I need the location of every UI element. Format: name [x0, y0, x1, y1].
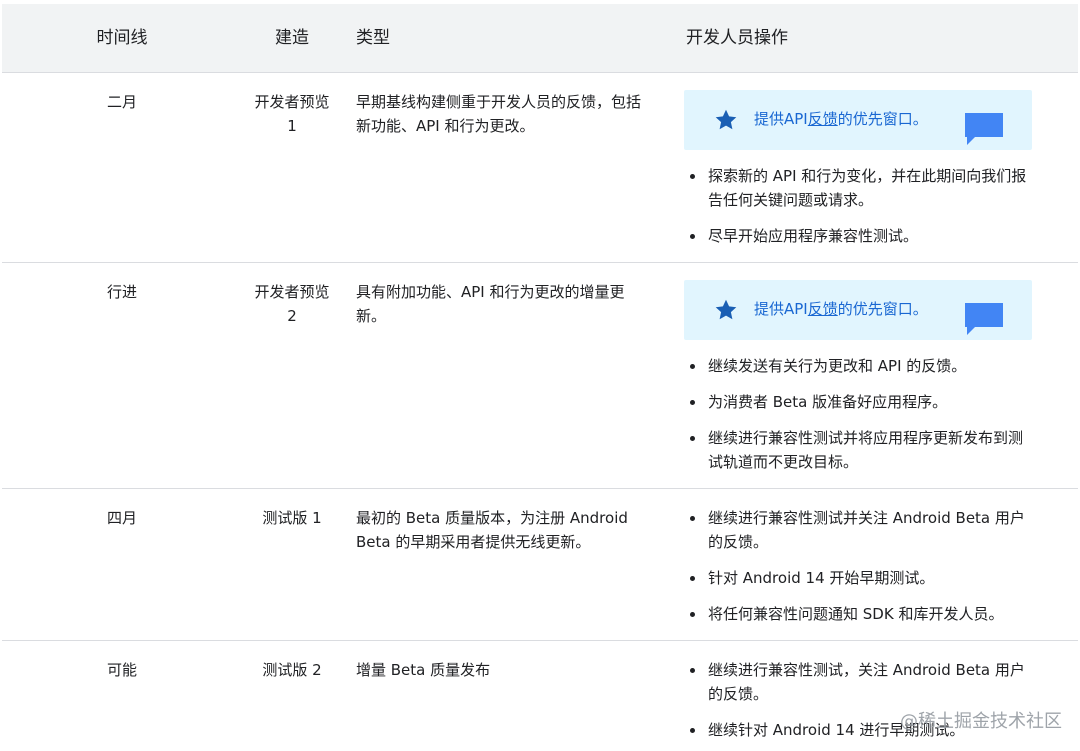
- feedback-icon[interactable]: [964, 112, 1004, 146]
- cell-developer-actions: 提供API反馈的优先窗口。 探索新的 API 和行为变化，并在此期间向我们报告任…: [670, 72, 1078, 262]
- watermark: @稀土掘金技术社区: [900, 711, 1062, 732]
- action-list: 继续发送有关行为更改和 API 的反馈。 为消费者 Beta 版准备好应用程序。…: [684, 354, 1034, 474]
- list-item: 为消费者 Beta 版准备好应用程序。: [706, 390, 1034, 414]
- list-item: 继续进行兼容性测试，关注 Android Beta 用户的反馈。: [706, 658, 1034, 706]
- table-row: 四月 测试版 1 最初的 Beta 质量版本，为注册 Android Beta …: [2, 488, 1078, 640]
- star-icon: [715, 299, 737, 319]
- cell-type: 最初的 Beta 质量版本，为注册 Android Beta 的早期采用者提供无…: [356, 508, 628, 551]
- action-list: 继续进行兼容性测试并关注 Android Beta 用户的反馈。 针对 Andr…: [684, 506, 1034, 626]
- feedback-link[interactable]: 反馈: [808, 110, 838, 128]
- list-item: 将任何兼容性问题通知 SDK 和库开发人员。: [706, 602, 1034, 626]
- list-item: 探索新的 API 和行为变化，并在此期间向我们报告任何关键问题或请求。: [706, 164, 1034, 212]
- cell-build: 开发者预览 2: [254, 282, 330, 325]
- feedback-callout: 提供API反馈的优先窗口。: [684, 279, 1032, 340]
- header-timeline: 时间线: [96, 27, 148, 48]
- header-build: 建造: [275, 27, 309, 48]
- cell-type: 具有附加功能、API 和行为更改的增量更新。: [356, 282, 625, 325]
- header-developer-actions: 开发人员操作: [686, 27, 788, 48]
- cell-timeline: 二月: [106, 92, 137, 111]
- list-item: 继续进行兼容性测试并将应用程序更新发布到测试轨道而不更改目标。: [706, 426, 1034, 474]
- table-row: 可能 测试版 2 增量 Beta 质量发布 继续进行兼容性测试，关注 Andro…: [2, 640, 1078, 751]
- list-item: 尽早开始应用程序兼容性测试。: [706, 224, 1034, 248]
- feedback-link[interactable]: 反馈: [808, 300, 838, 318]
- page: 时间线 建造 类型 开发人员操作 二月 开发者预览 1 早期基线构建侧重于开发人…: [0, 0, 1080, 751]
- table-row: 行进 开发者预览 2 具有附加功能、API 和行为更改的增量更新。 提供API反…: [2, 262, 1078, 488]
- star-icon: [715, 109, 737, 129]
- list-item: 针对 Android 14 开始早期测试。: [706, 566, 1034, 590]
- release-timeline-table: 时间线 建造 类型 开发人员操作 二月 开发者预览 1 早期基线构建侧重于开发人…: [2, 4, 1078, 751]
- cell-developer-actions: 提供API反馈的优先窗口。 继续发送有关行为更改和 API 的反馈。 为消费者 …: [670, 262, 1078, 488]
- cell-build: 开发者预览 1: [254, 92, 330, 135]
- callout-text: 提供API反馈的优先窗口。: [754, 109, 928, 128]
- cell-build: 测试版 2: [262, 660, 322, 679]
- cell-developer-actions: 继续进行兼容性测试，关注 Android Beta 用户的反馈。 继续针对 An…: [670, 640, 1078, 751]
- table-header-row: 时间线 建造 类型 开发人员操作: [2, 4, 1078, 72]
- table-row: 二月 开发者预览 1 早期基线构建侧重于开发人员的反馈，包括新功能、API 和行…: [2, 72, 1078, 262]
- cell-type: 增量 Beta 质量发布: [356, 660, 491, 679]
- cell-timeline: 四月: [106, 508, 137, 527]
- callout-text: 提供API反馈的优先窗口。: [754, 299, 928, 318]
- cell-type: 早期基线构建侧重于开发人员的反馈，包括新功能、API 和行为更改。: [356, 92, 642, 135]
- feedback-callout: 提供API反馈的优先窗口。: [684, 89, 1032, 150]
- action-list: 探索新的 API 和行为变化，并在此期间向我们报告任何关键问题或请求。 尽早开始…: [684, 164, 1034, 248]
- cell-timeline: 可能: [106, 660, 137, 679]
- cell-developer-actions: 继续进行兼容性测试并关注 Android Beta 用户的反馈。 针对 Andr…: [670, 488, 1078, 640]
- list-item: 继续发送有关行为更改和 API 的反馈。: [706, 354, 1034, 378]
- header-type: 类型: [356, 27, 390, 48]
- cell-build: 测试版 1: [262, 508, 322, 527]
- feedback-icon[interactable]: [964, 302, 1004, 336]
- cell-timeline: 行进: [106, 282, 137, 301]
- list-item: 继续进行兼容性测试并关注 Android Beta 用户的反馈。: [706, 506, 1034, 554]
